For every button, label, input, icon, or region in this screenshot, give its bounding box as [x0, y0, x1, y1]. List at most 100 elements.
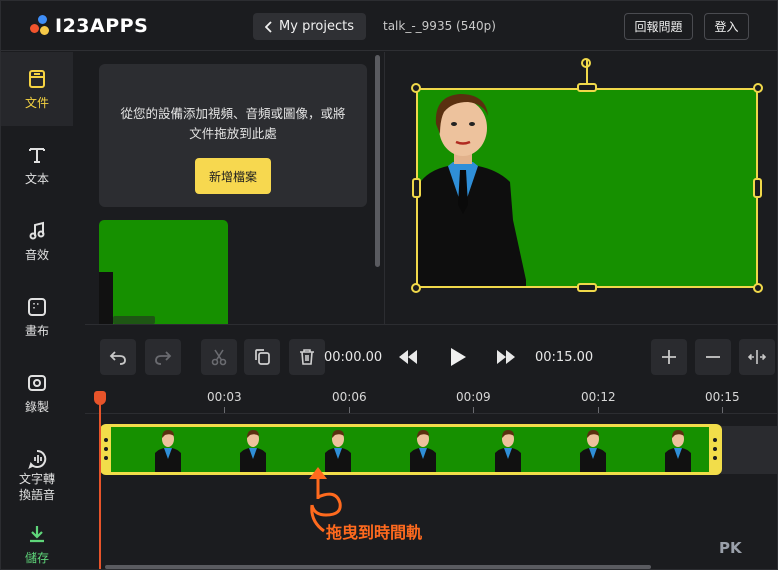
- preview-area: [385, 52, 777, 324]
- sidebar-item-save[interactable]: 儲存: [1, 518, 73, 569]
- playback-toolbar: 00:00.00 00:15.00: [85, 324, 777, 388]
- clip-trim-handle-left[interactable]: [104, 438, 108, 460]
- record-icon: [26, 372, 48, 394]
- play-button[interactable]: [449, 347, 469, 369]
- logo-icon: [29, 15, 51, 37]
- playhead-handle[interactable]: [94, 391, 106, 405]
- ruler-baseline: [85, 413, 777, 414]
- report-issue-button[interactable]: 回報問題: [624, 13, 693, 40]
- my-projects-label: My projects: [279, 19, 354, 34]
- resize-handle-top-left[interactable]: [411, 83, 421, 93]
- app-window: I23APPS My projects talk_-_9935 (540p) 回…: [0, 0, 778, 570]
- clip-frame: [410, 430, 436, 472]
- ruler-label: 00:12: [581, 390, 616, 404]
- playhead-line[interactable]: [99, 397, 101, 569]
- top-bar: I23APPS My projects talk_-_9935 (540p) 回…: [1, 1, 777, 51]
- video-clip[interactable]: [100, 424, 722, 475]
- drop-instructions-line1: 從您的設備添加視頻、音頻或圖像，或將: [120, 106, 346, 121]
- text-to-speech-icon: [26, 448, 48, 470]
- sidebar-item-label-line2: 換語音: [18, 488, 55, 502]
- video-stage[interactable]: [416, 88, 758, 288]
- music-note-icon: [26, 220, 48, 242]
- drag-to-timeline-annotation: 拖曳到時間軌: [326, 523, 423, 542]
- duplicate-button[interactable]: [244, 339, 280, 375]
- empty-track-area[interactable]: [721, 426, 777, 474]
- text-icon: [26, 144, 48, 166]
- current-time: 00:00.00: [324, 350, 383, 365]
- ruler-label: 00:15: [705, 390, 740, 404]
- zoom-in-button[interactable]: [651, 339, 687, 375]
- fit-width-icon: [747, 350, 767, 364]
- sidebar-item-record[interactable]: 錄製: [1, 356, 73, 430]
- redo-button[interactable]: [145, 339, 181, 375]
- rewind-icon: [399, 350, 417, 364]
- end-time: 00:15.00: [535, 350, 594, 365]
- sidebar-item-label: 錄製: [24, 399, 49, 414]
- resize-handle-left[interactable]: [412, 178, 421, 198]
- timeline-scrollbar[interactable]: [105, 565, 651, 569]
- sidebar-item-label: 文件: [24, 95, 49, 110]
- rewind-button[interactable]: [397, 349, 419, 367]
- redo-icon: [155, 351, 172, 365]
- fast-forward-icon: [497, 350, 515, 364]
- resize-handle-top-right[interactable]: [753, 83, 763, 93]
- file-icon: [26, 68, 48, 90]
- clip-frame: [580, 430, 606, 472]
- scissors-icon: [211, 349, 227, 366]
- watermark: PK: [719, 539, 742, 557]
- sidebar-item-label: 畫布: [24, 323, 49, 338]
- presenter-figure: [418, 94, 526, 286]
- undo-icon: [109, 351, 126, 365]
- files-panel: 從您的設備添加視頻、音頻或圖像，或將 文件拖放到此處 新增檔案: [85, 52, 381, 324]
- copy-icon: [255, 349, 270, 365]
- sidebar-item-label: 儲存: [24, 550, 49, 565]
- plus-icon: [662, 350, 676, 364]
- files-scrollbar[interactable]: [375, 55, 380, 267]
- sidebar: 文件 文本 音效 畫布 錄製 文字轉 換語音 儲存: [1, 52, 73, 569]
- clip-frame: [240, 430, 266, 472]
- media-thumbnail[interactable]: [99, 220, 228, 324]
- sidebar-item-canvas[interactable]: 畫布: [1, 280, 73, 354]
- ruler-label: 00:06: [332, 390, 367, 404]
- resize-handle-bottom-left[interactable]: [411, 283, 421, 293]
- fit-timeline-button[interactable]: [739, 339, 775, 375]
- login-button[interactable]: 登入: [704, 13, 749, 40]
- download-icon: [26, 523, 48, 545]
- resize-handle-bottom-right[interactable]: [753, 283, 763, 293]
- drop-instructions-line2: 文件拖放到此處: [189, 126, 277, 141]
- thumbnail-figure: [99, 272, 113, 324]
- drop-instructions: 從您的設備添加視頻、音頻或圖像，或將 文件拖放到此處: [109, 104, 357, 144]
- clip-trim-handle-right[interactable]: [713, 438, 717, 460]
- my-projects-button[interactable]: My projects: [253, 13, 366, 40]
- chevron-left-icon: [265, 20, 272, 33]
- clip-frame: [665, 430, 691, 472]
- logo-text: I23APPS: [55, 15, 149, 37]
- delete-button[interactable]: [289, 339, 325, 375]
- sidebar-item-label: 音效: [24, 247, 49, 262]
- trash-icon: [300, 349, 314, 365]
- timeline[interactable]: 00:03 00:06 00:09 00:12 00:15: [85, 388, 777, 569]
- resize-handle-bottom[interactable]: [577, 283, 597, 292]
- file-drop-zone[interactable]: 從您的設備添加視頻、音頻或圖像，或將 文件拖放到此處 新增檔案: [99, 64, 367, 207]
- undo-button[interactable]: [100, 339, 136, 375]
- sidebar-item-files[interactable]: 文件: [1, 52, 73, 126]
- sidebar-item-label-line1: 文字轉: [18, 472, 55, 486]
- ruler-label: 00:09: [456, 390, 491, 404]
- sidebar-item-label: 文本: [24, 171, 49, 186]
- clip-frame: [155, 430, 181, 472]
- sidebar-item-audio[interactable]: 音效: [1, 204, 73, 278]
- play-icon: [451, 348, 466, 366]
- resize-handle-top[interactable]: [577, 83, 597, 92]
- project-name[interactable]: talk_-_9935 (540p): [383, 19, 496, 33]
- rotate-connector: [586, 59, 588, 84]
- zoom-out-button[interactable]: [695, 339, 731, 375]
- cut-button[interactable]: [201, 339, 237, 375]
- sidebar-item-text-to-speech[interactable]: 文字轉 換語音: [1, 432, 73, 518]
- add-file-button[interactable]: 新增檔案: [195, 158, 271, 194]
- logo[interactable]: I23APPS: [29, 15, 148, 37]
- resize-handle-right[interactable]: [753, 178, 762, 198]
- minus-icon: [706, 356, 720, 358]
- sidebar-item-text[interactable]: 文本: [1, 128, 73, 202]
- fast-forward-button[interactable]: [495, 349, 517, 367]
- thumbnail-overlay: [113, 316, 155, 324]
